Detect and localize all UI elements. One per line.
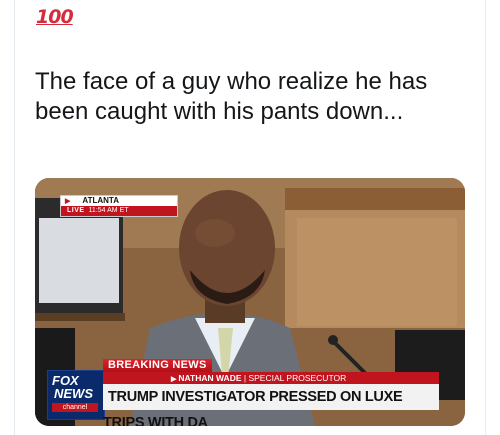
- subject-role: | SPECIAL PROSECUTOR: [243, 373, 347, 383]
- logo-news-text: NEWS: [54, 386, 93, 401]
- logo-channel-text: channel: [52, 403, 98, 412]
- emoji-text: 100: [36, 6, 74, 28]
- fox-news-logo: FOX NEWS channel: [47, 370, 105, 420]
- card-border-left: [14, 0, 15, 435]
- play-arrow-icon: ▶: [65, 198, 71, 205]
- location-city: ATLANTA: [82, 196, 119, 205]
- breaking-news-label: BREAKING NEWS: [103, 359, 212, 372]
- card-border-right: [485, 0, 486, 435]
- live-label: LIVE: [67, 207, 85, 214]
- timestamp: 11:54 AM ET: [88, 207, 129, 214]
- hundred-points-emoji-icon: 100: [34, 6, 74, 42]
- chyron-subline: ▶ NATHAN WADE | SPECIAL PROSECUTOR: [103, 372, 439, 384]
- tweet-text: The face of a guy who realize he has bee…: [35, 68, 428, 125]
- tweet-media-image[interactable]: ▶ ATLANTA LIVE 11:54 AM ET FOX NEWS channe…: [35, 178, 465, 426]
- location-banner: ▶ ATLANTA LIVE 11:54 AM ET: [60, 195, 178, 217]
- chyron-headline: TRUMP INVESTIGATOR PRESSED ON LUXE TRIPS…: [103, 384, 439, 426]
- subject-name: NATHAN WADE: [178, 373, 242, 383]
- triangle-icon: ▶: [171, 376, 177, 383]
